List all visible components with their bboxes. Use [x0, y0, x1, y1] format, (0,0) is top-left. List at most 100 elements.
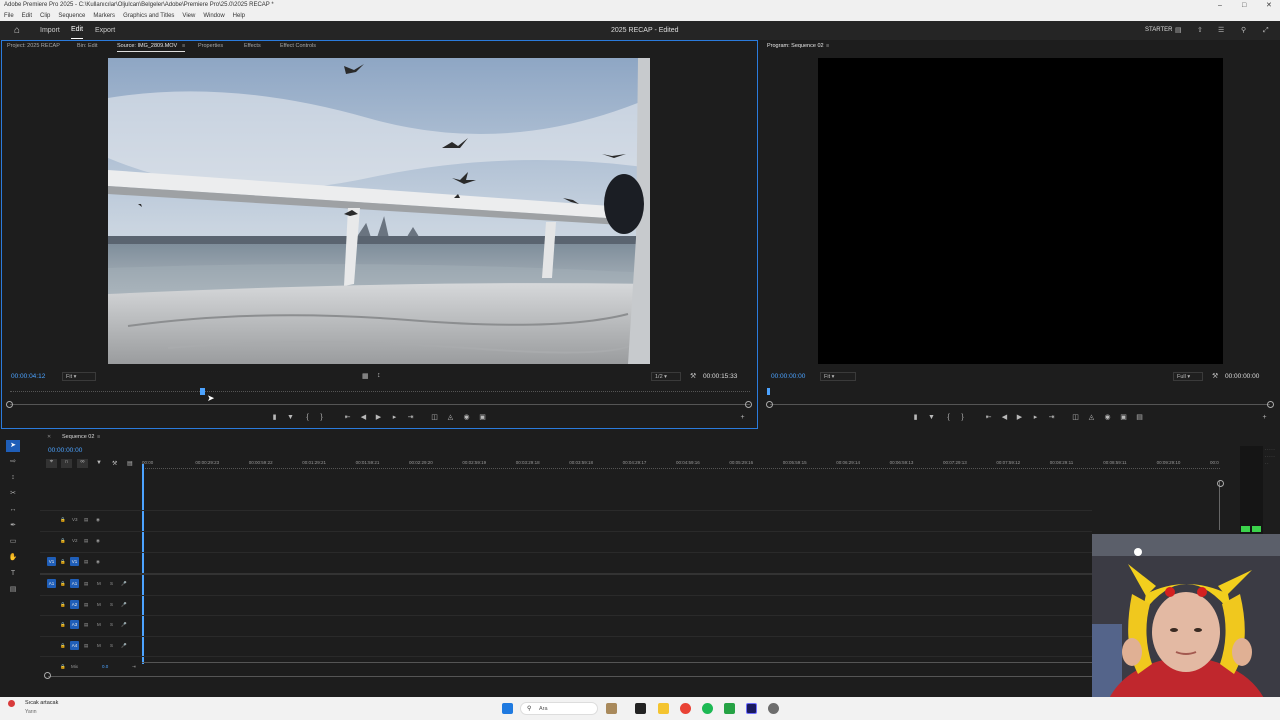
mute-icon[interactable]: M [97, 602, 101, 607]
type-tool-icon[interactable]: T [6, 568, 20, 580]
tab-project[interactable]: Project: 2025 RECAP [7, 42, 60, 50]
hand-icon[interactable]: ✋ [6, 552, 20, 564]
menu-item-sequence[interactable]: Sequence [54, 11, 89, 21]
chevron-down-icon[interactable]: ≡ [182, 42, 185, 50]
sync-lock-icon[interactable]: ▤ [84, 538, 88, 544]
tab-bin[interactable]: Bin: Edit [77, 42, 97, 50]
go-to-out-icon[interactable]: ⇥ [406, 413, 415, 422]
fullscreen-icon[interactable]: ⤢ [1263, 21, 1269, 40]
add-marker-icon[interactable]: ▼ [286, 413, 295, 422]
track-header-a1[interactable]: A1 🔒 A1 ▤ M S 🎤 [40, 576, 140, 594]
rectangle-icon[interactable]: ▭ [6, 536, 20, 548]
program-button-editor-icon[interactable]: ▤ [1135, 413, 1144, 422]
go-to-end-icon[interactable]: ⇥ [132, 664, 136, 670]
timeline-zoom-handle-icon[interactable] [44, 672, 51, 679]
lift-icon[interactable]: ◫ [1071, 413, 1080, 422]
sync-lock-icon[interactable]: ▤ [84, 559, 88, 565]
tab-effects[interactable]: Effects [244, 42, 261, 50]
share-icon[interactable]: ⇧ [1197, 21, 1203, 40]
program-playhead[interactable] [767, 388, 770, 395]
track-header-a4[interactable]: 🔒 A4 ▤ M S 🎤 [40, 638, 140, 656]
captions-toggle-icon[interactable]: ▤ [127, 460, 133, 467]
program-timecode[interactable]: 00:00:00:00 [771, 372, 805, 381]
timeline-playhead[interactable] [142, 464, 144, 664]
vertical-scrollbar[interactable] [1219, 480, 1223, 530]
lock-icon[interactable]: 🔒 [60, 602, 66, 608]
track-header-mix[interactable]: 🔒 Mix 0.0 ⇥ [40, 659, 140, 677]
step-forward-icon[interactable]: ▸ [390, 413, 399, 422]
eye-icon[interactable]: ◉ [96, 538, 100, 544]
mic-icon[interactable]: 🎤 [121, 643, 127, 649]
settings-icon[interactable]: ▦ [362, 372, 369, 380]
ripple-edit-icon[interactable]: ↕ [6, 472, 20, 484]
task-view-icon[interactable] [635, 703, 646, 714]
program-zoom-right-icon[interactable] [1267, 401, 1274, 408]
source-monitor-video[interactable] [108, 58, 650, 364]
sync-lock-icon[interactable]: ▤ [84, 602, 88, 608]
tab-edit[interactable]: Edit [71, 21, 84, 39]
program-zoom-select[interactable]: Fit ▾ [820, 372, 856, 381]
sync-lock-icon[interactable]: ▤ [84, 517, 88, 523]
lock-icon[interactable]: 🔒 [60, 643, 66, 649]
track-label[interactable]: A4 [70, 641, 79, 650]
track-header-v1[interactable]: V1 🔒 V1 ▤ ◉ [40, 554, 140, 572]
step-back-icon[interactable]: ◀ [359, 413, 368, 422]
caption-icon[interactable]: ▤ [6, 584, 20, 596]
maximize-icon[interactable]: □ [1242, 0, 1246, 11]
program-zoom-bar[interactable] [770, 404, 1270, 405]
insert-clip-icon[interactable]: ◫ [430, 413, 439, 422]
program-resolution-select[interactable]: Full ▾ [1173, 372, 1203, 381]
mark-in-icon[interactable]: { [303, 413, 312, 422]
track-label[interactable]: A1 [70, 579, 79, 588]
zoom-handle-left-icon[interactable] [6, 401, 13, 408]
menu-item-markers[interactable]: Markers [89, 11, 119, 21]
track-label[interactable]: A2 [70, 600, 79, 609]
menu-item-graphics-and-titles[interactable]: Graphics and Titles [119, 11, 178, 21]
panel-icon[interactable]: ▤ [1175, 21, 1182, 40]
track-header-a2[interactable]: 🔒 A2 ▤ M S 🎤 [40, 597, 140, 615]
tab-import[interactable]: Import [40, 21, 60, 40]
nest-icon[interactable]: ⌖ [46, 459, 57, 468]
go-to-in-icon[interactable]: ⇤ [343, 413, 352, 422]
menu-item-view[interactable]: View [178, 11, 199, 21]
program-play-icon[interactable]: ▶ [1015, 413, 1024, 422]
solo-icon[interactable]: S [110, 622, 113, 627]
sequence-menu-icon[interactable]: ≡ [97, 434, 100, 440]
mute-icon[interactable]: M [97, 622, 101, 627]
track-header-v2[interactable]: 🔒 V2 ▤ ◉ [40, 533, 140, 551]
sequence-tab[interactable]: Sequence 02 [62, 434, 94, 440]
eye-icon[interactable]: ◉ [96, 517, 100, 523]
comparison-icon[interactable]: ▣ [1119, 413, 1128, 422]
source-ruler[interactable] [10, 391, 750, 394]
menu-icon[interactable]: ☰ [1218, 21, 1224, 40]
play-icon[interactable]: ▶ [374, 413, 383, 422]
program-step-forward-icon[interactable]: ▸ [1031, 413, 1040, 422]
program-add-button-icon[interactable]: + [1260, 413, 1269, 422]
program-export-frame-icon[interactable]: ◉ [1103, 413, 1112, 422]
lock-icon[interactable]: 🔒 [60, 517, 66, 523]
sync-lock-icon[interactable]: ▤ [84, 643, 88, 649]
menu-item-help[interactable]: Help [229, 11, 249, 21]
timeline-timecode[interactable]: 00:00:00:00 [48, 446, 82, 455]
source-patch-v1[interactable]: V1 [47, 557, 56, 566]
solo-icon[interactable]: S [110, 602, 113, 607]
sync-lock-icon[interactable]: ▤ [84, 622, 88, 628]
mic-icon[interactable]: 🎤 [121, 581, 127, 587]
program-go-to-in-icon[interactable]: ⇤ [984, 413, 993, 422]
search-highlight-icon[interactable] [606, 703, 617, 714]
linked-selection-icon[interactable]: ∞ [77, 459, 88, 468]
program-menu-icon[interactable]: ≡ [826, 42, 829, 50]
spotify-icon[interactable] [702, 703, 713, 714]
timeline-zoom-bar[interactable] [48, 676, 1092, 677]
slip-icon[interactable]: ↔ [6, 504, 20, 516]
export-frame-icon[interactable]: ◉ [462, 413, 471, 422]
taskbar-search[interactable]: ⚲ Ara [520, 702, 598, 715]
chrome-icon[interactable] [680, 703, 691, 714]
timeline-wrench-icon[interactable]: ⚒ [112, 460, 117, 467]
marker-icon[interactable]: ▮ [270, 413, 279, 422]
whatsapp-icon[interactable] [724, 703, 735, 714]
zoom-handle-right-icon[interactable] [745, 401, 752, 408]
settings-gear-icon[interactable] [768, 703, 779, 714]
razor-icon[interactable]: ✂ [6, 488, 20, 500]
program-wrench-icon[interactable]: ⚒ [1212, 372, 1218, 380]
